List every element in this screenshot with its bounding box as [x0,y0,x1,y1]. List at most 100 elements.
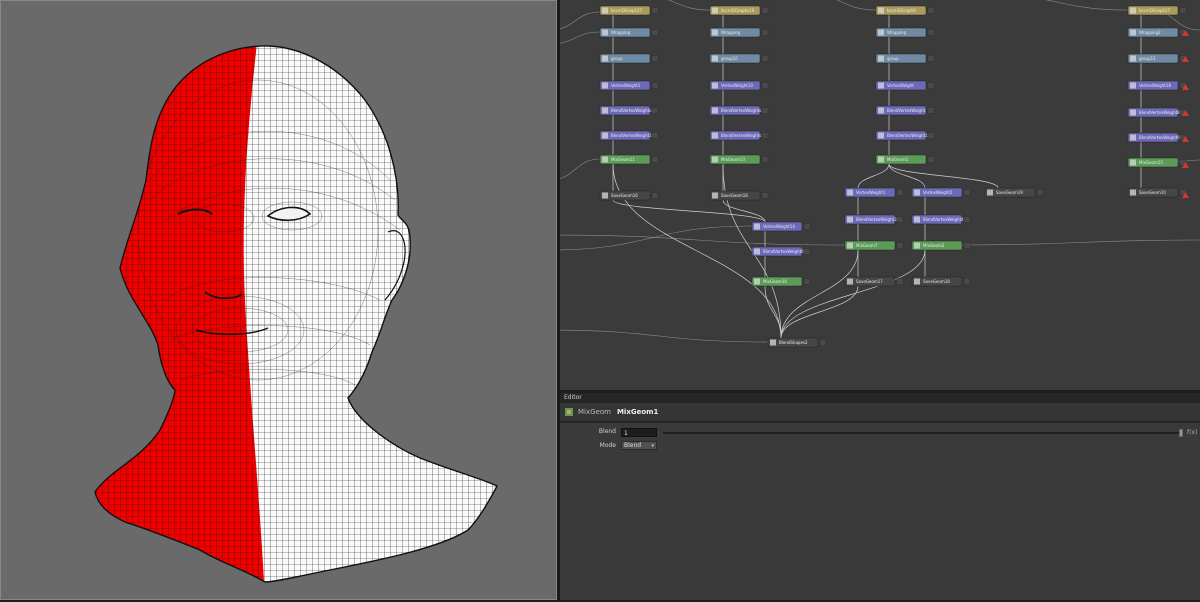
graph-node-label: SaveGeom18 [923,279,950,284]
node-flag-icon[interactable] [761,7,769,14]
node-flag-icon[interactable] [803,278,811,285]
graph-node[interactable]: group11 [1127,53,1187,64]
graph-node[interactable]: BlendVertexWeights12 [709,130,769,141]
blend-slider-track[interactable] [663,432,1182,434]
graph-node[interactable]: VertexWeight1 [844,187,904,198]
graph-node[interactable]: bscmDGraph17 [1127,5,1187,16]
graph-node[interactable]: MixGeom13 [709,154,769,165]
node-flag-icon[interactable] [927,132,935,139]
node-flag-icon[interactable] [651,192,659,199]
graph-node[interactable]: BlendVertexWeights2 [599,105,659,116]
blend-slider-handle[interactable] [1179,429,1183,437]
node-flag-icon[interactable] [927,55,935,62]
node-flag-icon[interactable] [651,29,659,36]
node-flag-icon[interactable] [761,82,769,89]
node-flag-icon[interactable] [651,7,659,14]
background-wire [667,0,711,11]
graph-nodes[interactable]: bscmDGrap127 Wrapping group VertexWeight1 Bl… [599,5,1189,348]
node-flag-icon[interactable] [651,82,659,89]
graph-node-label: group [887,56,899,61]
graph-node[interactable]: VertexWeight18 [1127,80,1187,91]
graph-node[interactable]: MixGeom15 [1127,157,1187,168]
graph-node[interactable]: SaveGeom16 [599,190,659,201]
graph-node[interactable]: bscmDGraphs10 [709,5,769,16]
graph-node-label: MixGeom13 [721,157,745,162]
node-flag-icon[interactable] [927,156,935,163]
node-flag-icon[interactable] [761,29,769,36]
node-flag-icon[interactable] [896,242,904,249]
graph-node[interactable]: BlendVertexWeight4 [911,214,971,225]
graph-node[interactable]: SaveGeom10 [1127,187,1187,198]
graph-node[interactable]: BlendVertexWeight [875,105,935,116]
editor-tab[interactable]: Editor [560,393,1200,403]
node-flag-icon[interactable] [651,55,659,62]
node-type-icon [712,192,718,199]
node-flag-icon[interactable] [896,216,904,223]
node-flag-icon[interactable] [1179,7,1187,14]
graph-node[interactable]: BlendVertexWeight1 [875,130,935,141]
node-flag-icon[interactable] [761,132,769,139]
graph-node[interactable]: MixGeom7 [844,240,904,251]
blend-fx-button[interactable]: f(x) [1187,429,1197,436]
node-flag-icon[interactable] [819,339,827,346]
node-flag-icon[interactable] [896,278,904,285]
graph-node-label: bscmDGraphs10 [721,8,755,13]
graph-node[interactable]: group10 [709,53,769,64]
node-flag-icon[interactable] [927,82,935,89]
node-flag-icon[interactable] [927,7,935,14]
graph-node[interactable]: Wrapping [875,27,935,38]
graph-node[interactable]: BlendVertexWeight8 [1127,107,1187,118]
node-flag-icon[interactable] [761,107,769,114]
blend-value-field[interactable]: 1 [621,428,657,437]
graph-node[interactable]: SaveGeom19 [984,187,1044,198]
graph-node[interactable]: SaveGeom18 [709,190,769,201]
node-graph[interactable]: bscmDGrap127 Wrapping group VertexWeight1 Bl… [560,0,1200,390]
graph-node-label: BlendVertexWeight [887,108,926,113]
node-flag-icon[interactable] [761,156,769,163]
graph-node[interactable]: group [599,53,659,64]
node-flag-icon[interactable] [761,55,769,62]
node-flag-icon[interactable] [963,216,971,223]
graph-node[interactable]: VertexWeight1 [599,80,659,91]
graph-node[interactable]: Wrapping2 [1127,27,1187,38]
graph-node[interactable]: VertexWeight14 [751,221,811,232]
graph-node[interactable]: BlendVertexWeights11 [709,105,769,116]
graph-node[interactable]: VertexWeight2 [911,187,971,198]
node-flag-icon[interactable] [761,192,769,199]
3d-viewport[interactable] [0,0,557,600]
graph-node[interactable]: group [875,53,935,64]
node-flag-icon[interactable] [651,132,659,139]
node-flag-icon[interactable] [803,223,811,230]
graph-node[interactable]: MixGeom2 [911,240,971,251]
node-flag-icon[interactable] [927,107,935,114]
graph-node[interactable]: MixGeom16 [751,276,811,287]
node-flag-icon[interactable] [803,248,811,255]
graph-wires [560,0,1200,343]
node-flag-icon[interactable] [927,29,935,36]
node-graph-canvas[interactable]: bscmDGrap127 Wrapping group VertexWeight1 Bl… [560,0,1200,390]
node-flag-icon[interactable] [1036,189,1044,196]
graph-node[interactable]: SaveGeom17 [844,276,904,287]
mode-select[interactable]: Blend ▾ [621,441,657,450]
graph-node[interactable]: BlendVertexWeight1 [599,130,659,141]
node-flag-icon[interactable] [651,156,659,163]
graph-node[interactable]: BlendVertexWeight6 [751,246,811,257]
graph-node[interactable]: bscmDGrap127 [599,5,659,16]
graph-node[interactable]: VertexWeight [875,80,935,91]
graph-node[interactable]: BlendShapes2 [767,337,827,348]
node-flag-icon[interactable] [896,189,904,196]
graph-node[interactable]: Wrapping [599,27,659,38]
graph-node[interactable]: Wrapping [709,27,769,38]
node-flag-icon[interactable] [963,278,971,285]
graph-node[interactable]: MixGeom1 [875,154,935,165]
node-flag-icon[interactable] [651,107,659,114]
graph-node[interactable]: SaveGeom18 [911,276,971,287]
graph-node[interactable]: bscmDGraph8 [875,5,935,16]
graph-node[interactable]: BlendVertexWeight3 [844,214,904,225]
graph-node[interactable]: BlendVertexWeight9 [1127,132,1187,143]
graph-node[interactable]: MixGeom11 [599,154,659,165]
graph-node[interactable]: VertexWeight10 [709,80,769,91]
node-flag-icon[interactable] [963,242,971,249]
node-type-icon [712,82,718,89]
node-flag-icon[interactable] [963,189,971,196]
